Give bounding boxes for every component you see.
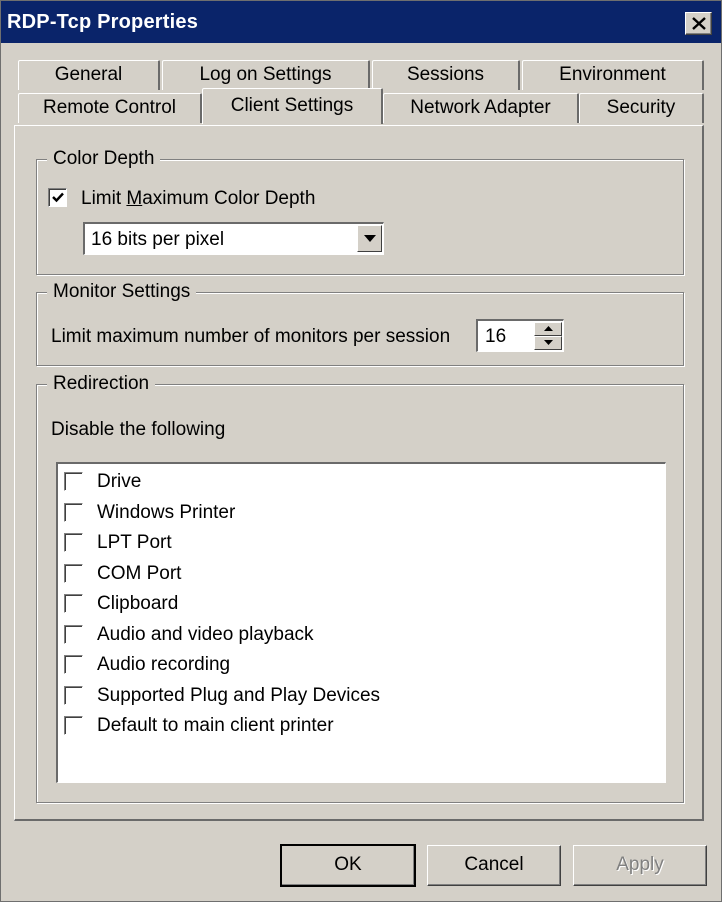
drive-checkbox[interactable]	[64, 472, 83, 491]
tab-remote-control[interactable]: Remote Control	[18, 93, 202, 123]
close-icon	[692, 17, 706, 30]
tab-general[interactable]: General	[18, 60, 160, 90]
redirection-legend: Redirection	[47, 373, 156, 395]
cancel-button[interactable]: Cancel	[427, 845, 561, 886]
item-label: Clipboard	[97, 593, 179, 614]
item-label: Audio and video playback	[97, 624, 314, 645]
disable-following-label: Disable the following	[51, 419, 226, 440]
tab-sessions[interactable]: Sessions	[372, 60, 520, 90]
item-label: LPT Port	[97, 532, 172, 553]
tab-label: Remote Control	[42, 97, 177, 118]
limit-color-depth-checkbox[interactable]	[48, 188, 67, 207]
tab-label: Client Settings	[230, 95, 354, 116]
stepper-up-button[interactable]	[534, 322, 562, 336]
item-label: COM Port	[97, 563, 182, 584]
arrow-down-icon	[544, 340, 553, 345]
color-depth-dropdown[interactable]: 16 bits per pixel	[83, 222, 384, 255]
item-label: Default to main client printer	[97, 715, 334, 736]
color-depth-legend: Color Depth	[47, 148, 161, 170]
color-depth-group: Color Depth	[36, 148, 684, 275]
checkmark-icon	[52, 192, 64, 203]
tab-label: Network Adapter	[410, 97, 551, 118]
tab-label: Log on Settings	[199, 64, 332, 85]
monitor-count-stepper[interactable]: 16	[476, 319, 564, 352]
clipboard-checkbox[interactable]	[64, 594, 83, 613]
limit-color-depth-label[interactable]: Limit Maximum Color Depth	[81, 188, 315, 210]
stepper-down-button[interactable]	[534, 336, 562, 350]
item-label: Audio recording	[97, 654, 231, 675]
label-part: aximum Color Depth	[142, 188, 316, 209]
default-printer-checkbox[interactable]	[64, 716, 83, 735]
item-label: Windows Printer	[97, 502, 236, 523]
color-depth-value: 16 bits per pixel	[91, 229, 225, 250]
monitor-count-value[interactable]: 16	[485, 326, 506, 348]
monitor-settings-legend: Monitor Settings	[47, 281, 197, 303]
tab-log-on-settings[interactable]: Log on Settings	[162, 60, 370, 90]
tab-label: General	[54, 64, 123, 85]
windows-printer-checkbox[interactable]	[64, 503, 83, 522]
apply-button: Apply	[573, 845, 707, 886]
redirection-list[interactable]: Drive Windows Printer LPT Port COM Port …	[56, 462, 666, 783]
tab-environment[interactable]: Environment	[522, 60, 704, 90]
close-button[interactable]	[685, 12, 712, 35]
window-title: RDP-Tcp Properties	[7, 11, 199, 33]
monitor-limit-label: Limit maximum number of monitors per ses…	[51, 326, 451, 347]
dropdown-arrow-button[interactable]	[357, 225, 382, 252]
tab-network-adapter[interactable]: Network Adapter	[383, 93, 579, 123]
title-bar[interactable]: RDP-Tcp Properties	[1, 1, 721, 43]
tab-label: Security	[606, 97, 676, 118]
tab-label: Environment	[559, 64, 666, 85]
plug-and-play-checkbox[interactable]	[64, 686, 83, 705]
properties-dialog: RDP-Tcp Properties General Log on Settin…	[0, 0, 722, 902]
lpt-port-checkbox[interactable]	[64, 533, 83, 552]
label-part: Limit	[81, 188, 127, 209]
ok-button[interactable]: OK	[280, 844, 416, 887]
audio-recording-checkbox[interactable]	[64, 655, 83, 674]
tab-label: Sessions	[406, 64, 485, 85]
tab-security[interactable]: Security	[579, 93, 704, 123]
item-label: Drive	[97, 471, 142, 492]
tab-client-settings[interactable]: Client Settings	[202, 88, 383, 124]
com-port-checkbox[interactable]	[64, 564, 83, 583]
chevron-down-icon	[364, 235, 376, 242]
arrow-up-icon	[544, 326, 553, 331]
audio-video-playback-checkbox[interactable]	[64, 625, 83, 644]
item-label: Supported Plug and Play Devices	[97, 685, 381, 706]
accelerator-key: M	[126, 188, 143, 209]
